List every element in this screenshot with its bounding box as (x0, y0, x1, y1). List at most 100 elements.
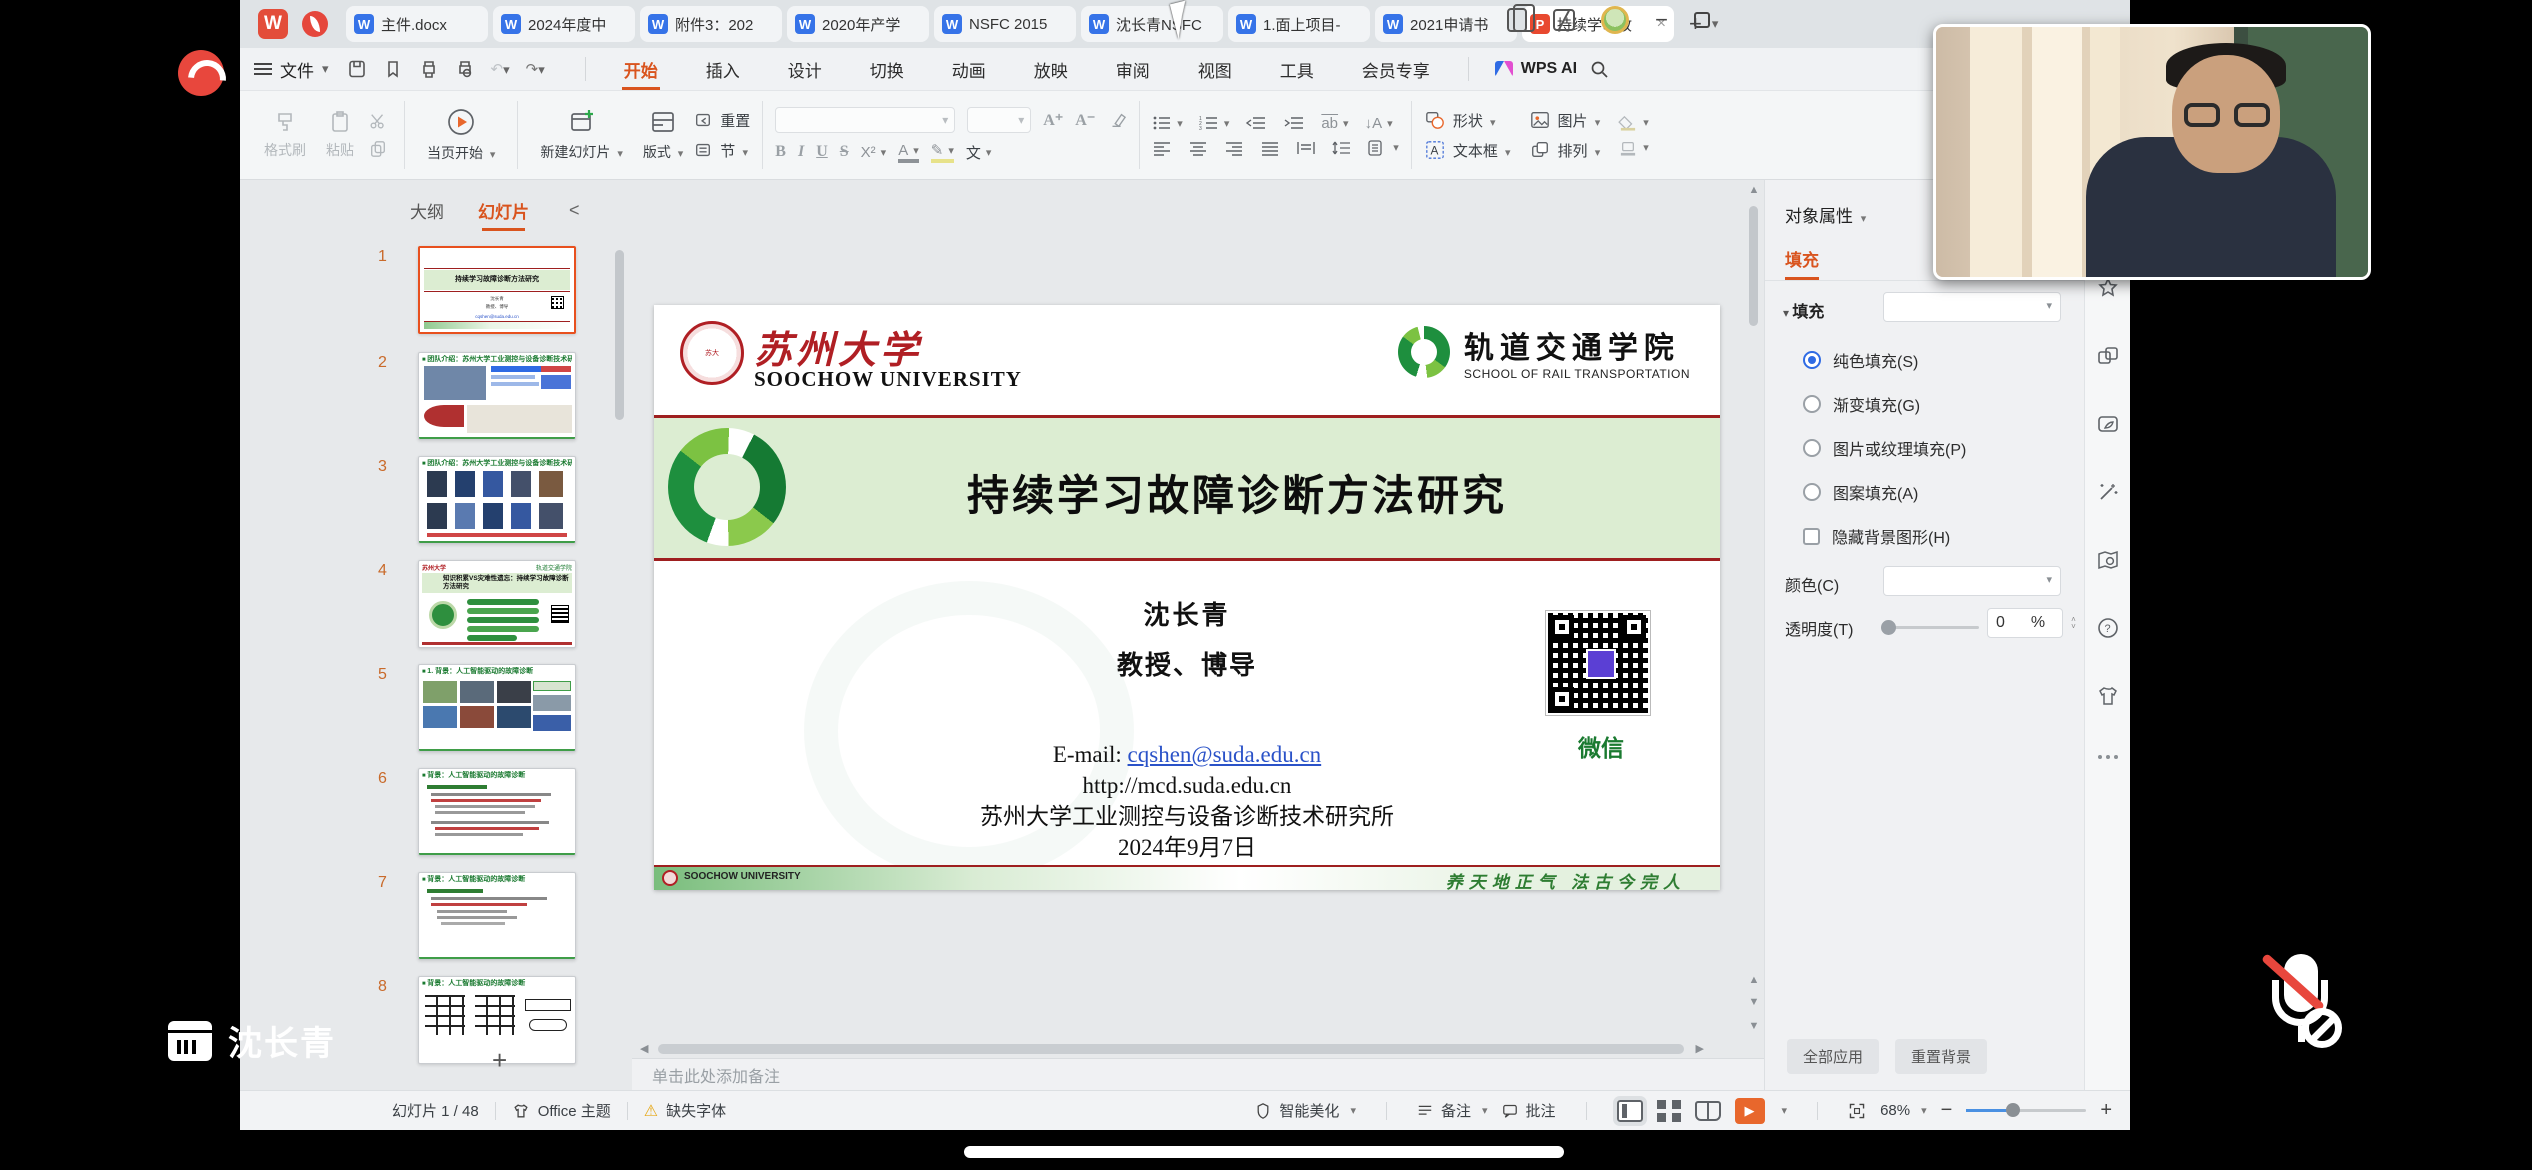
eco-card-icon[interactable] (2096, 412, 2120, 436)
redo-icon[interactable]: ↷▾ (526, 60, 545, 78)
radio-icon[interactable] (1803, 439, 1821, 457)
bold-button[interactable]: B (775, 143, 786, 161)
zoom-in-button[interactable]: + (2100, 1099, 2112, 1122)
tab-outline[interactable]: 大纲 (410, 198, 444, 223)
slide-editor[interactable]: 苏大 苏州大学 SOOCHOW UNIVERSITY 轨道交通学院 SCHOOL… (654, 305, 1720, 890)
radio-icon[interactable] (1803, 395, 1821, 413)
clear-format-icon[interactable] (1107, 111, 1127, 129)
zoom-knob[interactable] (2006, 1103, 2020, 1117)
slide-thumbnail-3[interactable]: 3 团队介绍：苏州大学工业测控与设备诊断技术研究所 (410, 456, 600, 544)
vertical-scrollbar[interactable]: ▲ ▲ ▼ ▼ (1746, 184, 1762, 1032)
decrease-font-icon[interactable]: A⁻ (1075, 110, 1095, 130)
transparency-slider[interactable] (1883, 626, 1979, 629)
decrease-indent-icon[interactable] (1245, 115, 1267, 131)
increase-indent-icon[interactable] (1283, 115, 1305, 131)
add-slide-button[interactable]: + (492, 1045, 507, 1076)
doc-tab-4[interactable]: W 2020年产学 (787, 6, 929, 42)
character-spacing-icon[interactable]: ab▾ (1321, 115, 1348, 132)
help-icon[interactable]: ? (2096, 616, 2120, 640)
doc-tab-7[interactable]: W 1.面上项目- (1228, 6, 1370, 42)
menu-membership[interactable]: 会员专享 (1338, 48, 1454, 90)
shape-switch-icon[interactable] (2096, 344, 2120, 368)
reset-background-button[interactable]: 重置背景 (1895, 1039, 1987, 1074)
menu-insert[interactable]: 插入 (682, 48, 764, 90)
menu-animation[interactable]: 动画 (928, 48, 1010, 90)
font-size-select[interactable]: ▾ (967, 107, 1031, 133)
doc-tab-2[interactable]: W 2024年度中 (493, 6, 635, 42)
smart-beautify-button[interactable]: 智能美化▾ (1255, 1100, 1356, 1121)
play-from-current-button[interactable]: 当页开始 ▾ (417, 105, 505, 165)
zoom-out-button[interactable]: − (1941, 1099, 1953, 1122)
comments-button[interactable]: 批注 (1502, 1100, 1556, 1121)
hide-background-option[interactable]: 隐藏背景图形(H) (1803, 524, 1950, 548)
radio-selected-icon[interactable] (1803, 351, 1821, 369)
print-icon[interactable] (419, 59, 439, 79)
doc-tab-8[interactable]: W 2021申请书 (1375, 6, 1517, 42)
conference-app-icon[interactable] (178, 50, 224, 96)
slide-thumbnail-preview[interactable]: 背景：人工智能驱动的故障诊断 (418, 768, 576, 856)
fill-color-icon[interactable]: ▾ (1618, 115, 1649, 131)
doc-tab-6[interactable]: W 沈长青NSFC (1081, 6, 1223, 42)
next-slide-icon[interactable]: ▼ (1746, 996, 1762, 1008)
reading-view-button[interactable] (1695, 1101, 1721, 1121)
picture-button[interactable]: 图片 ▾ (1529, 110, 1601, 131)
print-preview-icon[interactable] (455, 59, 475, 79)
slide-thumbnail-preview[interactable]: 团队介绍：苏州大学工业测控与设备诊断技术研究所 (418, 352, 576, 440)
slide-title[interactable]: 持续学习故障诊断方法研究 (814, 462, 1660, 523)
menu-design[interactable]: 设计 (764, 48, 846, 90)
email-link[interactable]: cqshen@suda.edu.cn (1128, 742, 1322, 767)
zoom-slider[interactable] (1966, 1109, 2086, 1112)
menu-view[interactable]: 视图 (1174, 48, 1256, 90)
slide-thumbnail-preview[interactable]: 苏州大学 轨道交通学院 知识积累VS灾难性遗忘：持续学习故障诊断方法研究 (418, 560, 576, 648)
radio-icon[interactable] (1803, 483, 1821, 501)
slide-thumbnail-4[interactable]: 4 苏州大学 轨道交通学院 知识积累VS灾难性遗忘：持续学习故障诊断方法研究 (410, 560, 600, 648)
arrange-button[interactable]: 排列 ▾ (1529, 140, 1601, 161)
apply-all-button[interactable]: 全部应用 (1787, 1039, 1879, 1074)
line-spacing-icon[interactable] (1332, 140, 1352, 156)
magic-wand-icon[interactable] (2096, 480, 2120, 504)
bullet-list-icon[interactable]: ▾ (1152, 115, 1183, 131)
spin-down-icon[interactable]: ˅ (2071, 623, 2076, 630)
map-search-icon[interactable] (2096, 548, 2120, 572)
align-right-icon[interactable] (1224, 140, 1244, 156)
slide-thumbnail-1[interactable]: 1 持续学习故障诊断方法研究 沈长青 教授、博导 cqshen@suda.edu… (410, 246, 600, 334)
new-slide-button[interactable]: 新建幻灯片 ▾ (530, 106, 632, 164)
skin-theme-icon[interactable] (2096, 684, 2120, 708)
phonetic-guide-button[interactable]: 文▾ (966, 142, 992, 163)
zoom-level[interactable]: 68%▾ (1880, 1102, 1927, 1119)
menu-transition[interactable]: 切换 (846, 48, 928, 90)
play-options-caret[interactable]: ▾ (1782, 1104, 1788, 1117)
numbered-list-icon[interactable]: 123▾ (1199, 115, 1230, 131)
cut-icon[interactable] (368, 112, 388, 130)
tab-slides[interactable]: 幻灯片 (478, 198, 529, 223)
slide-thumbnail-preview[interactable]: 背景：人工智能驱动的故障诊断 (418, 872, 576, 960)
menu-review[interactable]: 审阅 (1092, 48, 1174, 90)
normal-view-button[interactable] (1617, 1100, 1643, 1122)
scrollbar-thumb[interactable] (658, 1044, 1684, 1054)
output-icon[interactable] (383, 59, 403, 79)
multi-window-icon[interactable] (1507, 8, 1527, 32)
pattern-fill-option[interactable]: 图案填充(A) (1803, 480, 1918, 504)
increase-font-icon[interactable]: A⁺ (1043, 110, 1063, 130)
undo-icon[interactable]: ↶▾ (491, 60, 510, 78)
scrollbar-thumb[interactable] (1749, 206, 1758, 326)
wps-logo-icon[interactable]: W (258, 9, 288, 39)
leaf-app-icon[interactable] (302, 11, 328, 37)
slideshow-play-button[interactable]: ▶ (1735, 1098, 1765, 1124)
section-button[interactable]: 节 ▾ (693, 140, 750, 161)
slide-thumbnail-preview[interactable]: 持续学习故障诊断方法研究 沈长青 教授、博导 cqshen@suda.edu.c… (418, 246, 576, 334)
workspace-icon[interactable] (1553, 9, 1575, 31)
strikethrough-button[interactable]: S (840, 143, 849, 161)
doc-tab-5[interactable]: W NSFC 2015 (934, 6, 1076, 42)
missing-font-warning[interactable]: ⚠ 缺失字体 (644, 1100, 726, 1121)
slide-thumbnail-7[interactable]: 7 背景：人工智能驱动的故障诊断 (410, 872, 600, 960)
file-menu[interactable]: 文件 ▾ (254, 57, 329, 82)
webcam-video-overlay[interactable] (1933, 24, 2371, 280)
slide-thumbnail-5[interactable]: 5 1. 背景：人工智能驱动的故障诊断 (410, 664, 600, 752)
italic-button[interactable]: I (798, 143, 804, 161)
collapse-sidebar-icon[interactable]: < (569, 200, 580, 221)
menu-tools[interactable]: 工具 (1256, 48, 1338, 90)
slide-thumbnail-preview[interactable]: 1. 背景：人工智能驱动的故障诊断 (418, 664, 576, 752)
highlight-button[interactable]: ✎▾ (931, 141, 954, 163)
previous-slide-icon[interactable]: ▲ (1746, 974, 1762, 986)
